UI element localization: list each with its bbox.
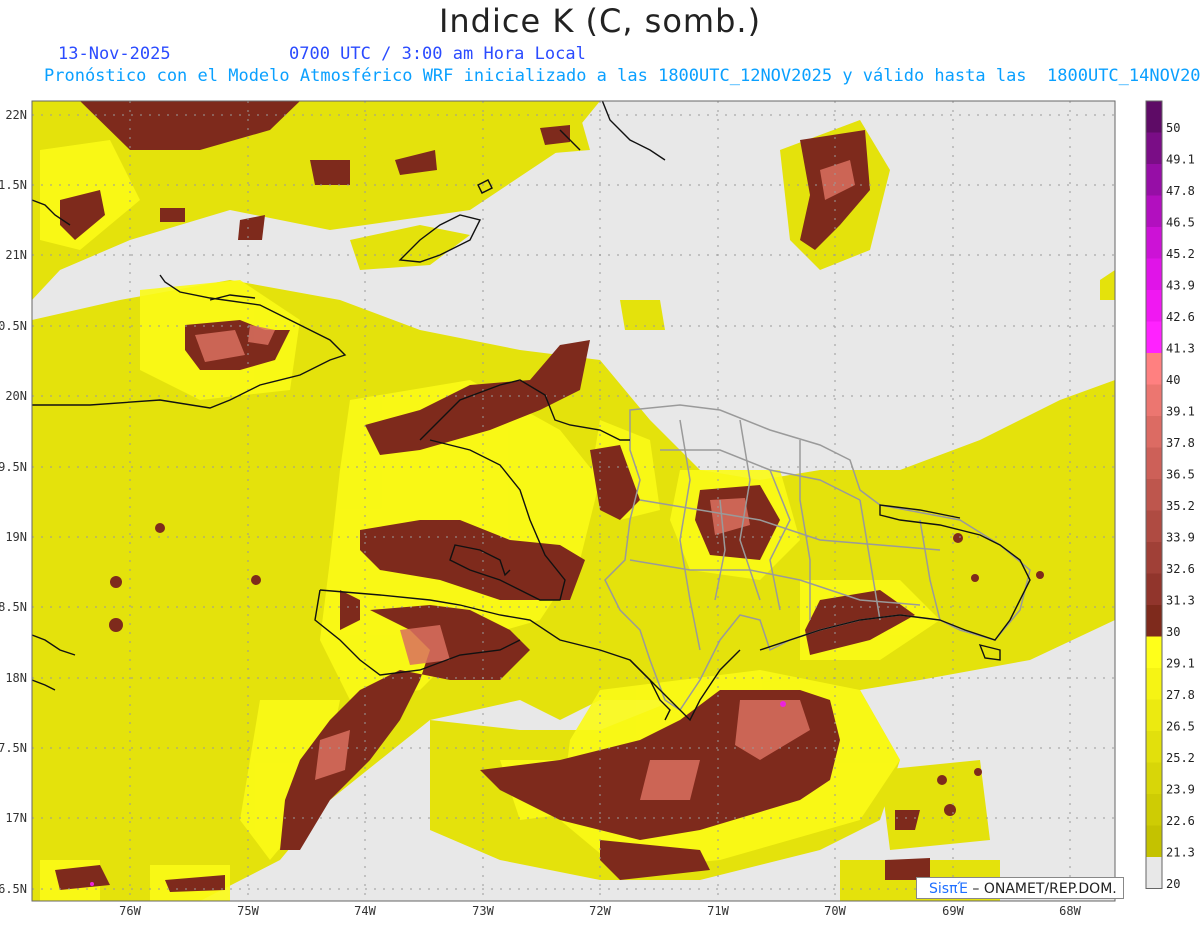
colorbar-swatch (1146, 195, 1162, 227)
lat-label: 8.5N (0, 600, 27, 614)
colorbar-swatch (1146, 227, 1162, 259)
colorbar-label: 35.2 (1166, 499, 1195, 513)
lat-label: 21N (5, 248, 27, 262)
longitude-labels: 76W 75W 74W 73W 72W 71W 70W 69W 68W (119, 904, 1081, 918)
lat-label: 9.5N (0, 460, 27, 474)
lat-label: 1.5N (0, 178, 27, 192)
credit-text: – ONAMET/REP.DOM. (972, 881, 1117, 897)
lat-label: 18N (5, 671, 27, 685)
colorbar-label: 37.8 (1166, 436, 1195, 450)
colorbar-swatch (1146, 857, 1162, 889)
lon-label: 74W (354, 904, 376, 918)
colorbar-swatch (1146, 825, 1162, 857)
colorbar-label: 21.3 (1166, 846, 1195, 860)
lon-label: 73W (472, 904, 494, 918)
lat-label: 6.5N (0, 882, 27, 896)
colorbar-swatch (1146, 731, 1162, 763)
colorbar-swatch (1146, 762, 1162, 794)
colorbar-swatch (1146, 542, 1162, 574)
colorbar-label: 33.9 (1166, 531, 1195, 545)
colorbar-swatch (1146, 479, 1162, 511)
colorbar-swatch (1146, 290, 1162, 322)
colorbar-label: 49.1 (1166, 153, 1195, 167)
colorbar-swatch (1146, 699, 1162, 731)
colorbar-label: 39.1 (1166, 405, 1195, 419)
k-index-map: 76W 75W 74W 73W 72W 71W 70W 69W 68W 22N … (0, 100, 1195, 918)
colorbar-label: 40 (1166, 373, 1180, 387)
lat-label: 20N (5, 389, 27, 403)
colorbar-swatch (1146, 164, 1162, 196)
colorbar-swatch (1146, 605, 1162, 637)
map-plot-area (32, 101, 1115, 901)
colorbar-label: 26.5 (1166, 720, 1195, 734)
lon-label: 69W (942, 904, 964, 918)
colorbar-label: 27.8 (1166, 688, 1195, 702)
colorbar-label: 23.9 (1166, 783, 1195, 797)
colorbar-swatch (1146, 353, 1162, 385)
colorbar-swatch (1146, 258, 1162, 290)
lon-label: 70W (824, 904, 846, 918)
colorbar-swatch (1146, 510, 1162, 542)
colorbar-label: 46.5 (1166, 216, 1195, 230)
lon-label: 71W (707, 904, 729, 918)
lat-label: 0.5N (0, 319, 27, 333)
colorbar-swatch (1146, 416, 1162, 448)
lat-label: 19N (5, 530, 27, 544)
colorbar-label: 29.1 (1166, 657, 1195, 671)
colorbar-swatch (1146, 384, 1162, 416)
colorbar-swatch (1146, 447, 1162, 479)
colorbar-label: 20 (1166, 877, 1180, 891)
latitude-labels: 22N 1.5N 21N 0.5N 20N 9.5N 19N 8.5N 18N … (0, 108, 27, 896)
colorbar-swatch (1146, 132, 1162, 164)
lat-label: 22N (5, 108, 27, 122)
colorbar-swatch (1146, 573, 1162, 605)
colorbar-swatch (1146, 636, 1162, 668)
lat-label: 17N (5, 811, 27, 825)
colorbar-label: 36.5 (1166, 468, 1195, 482)
colorbar-swatch (1146, 321, 1162, 353)
colorbar-swatch (1146, 794, 1162, 826)
colorbar-label: 45.2 (1166, 247, 1195, 261)
colorbar-label: 32.6 (1166, 562, 1195, 576)
credit-box: SisπΈ – ONAMET/REP.DOM. (916, 877, 1124, 899)
lon-label: 72W (589, 904, 611, 918)
colorbar: 50 49.1 47.8 46.5 45.2 43.9 42.6 41.3 40 39.1 37.8… (1145, 100, 1195, 891)
colorbar-label: 47.8 (1166, 184, 1195, 198)
colorbar-label: 43.9 (1166, 279, 1195, 293)
colorbar-label: 25.2 (1166, 751, 1195, 765)
lon-label: 76W (119, 904, 141, 918)
sisit-logo: SisπΈ (929, 881, 968, 897)
colorbar-label: 41.3 (1166, 342, 1195, 356)
colorbar-swatch (1146, 101, 1162, 133)
colorbar-label: 50 (1166, 121, 1180, 135)
colorbar-swatch (1146, 668, 1162, 700)
colorbar-label: 31.3 (1166, 594, 1195, 608)
lon-label: 68W (1059, 904, 1081, 918)
colorbar-label: 22.6 (1166, 814, 1195, 828)
colorbar-label: 42.6 (1166, 310, 1195, 324)
colorbar-label: 30 (1166, 625, 1180, 639)
lat-label: 7.5N (0, 741, 27, 755)
lon-label: 75W (237, 904, 259, 918)
